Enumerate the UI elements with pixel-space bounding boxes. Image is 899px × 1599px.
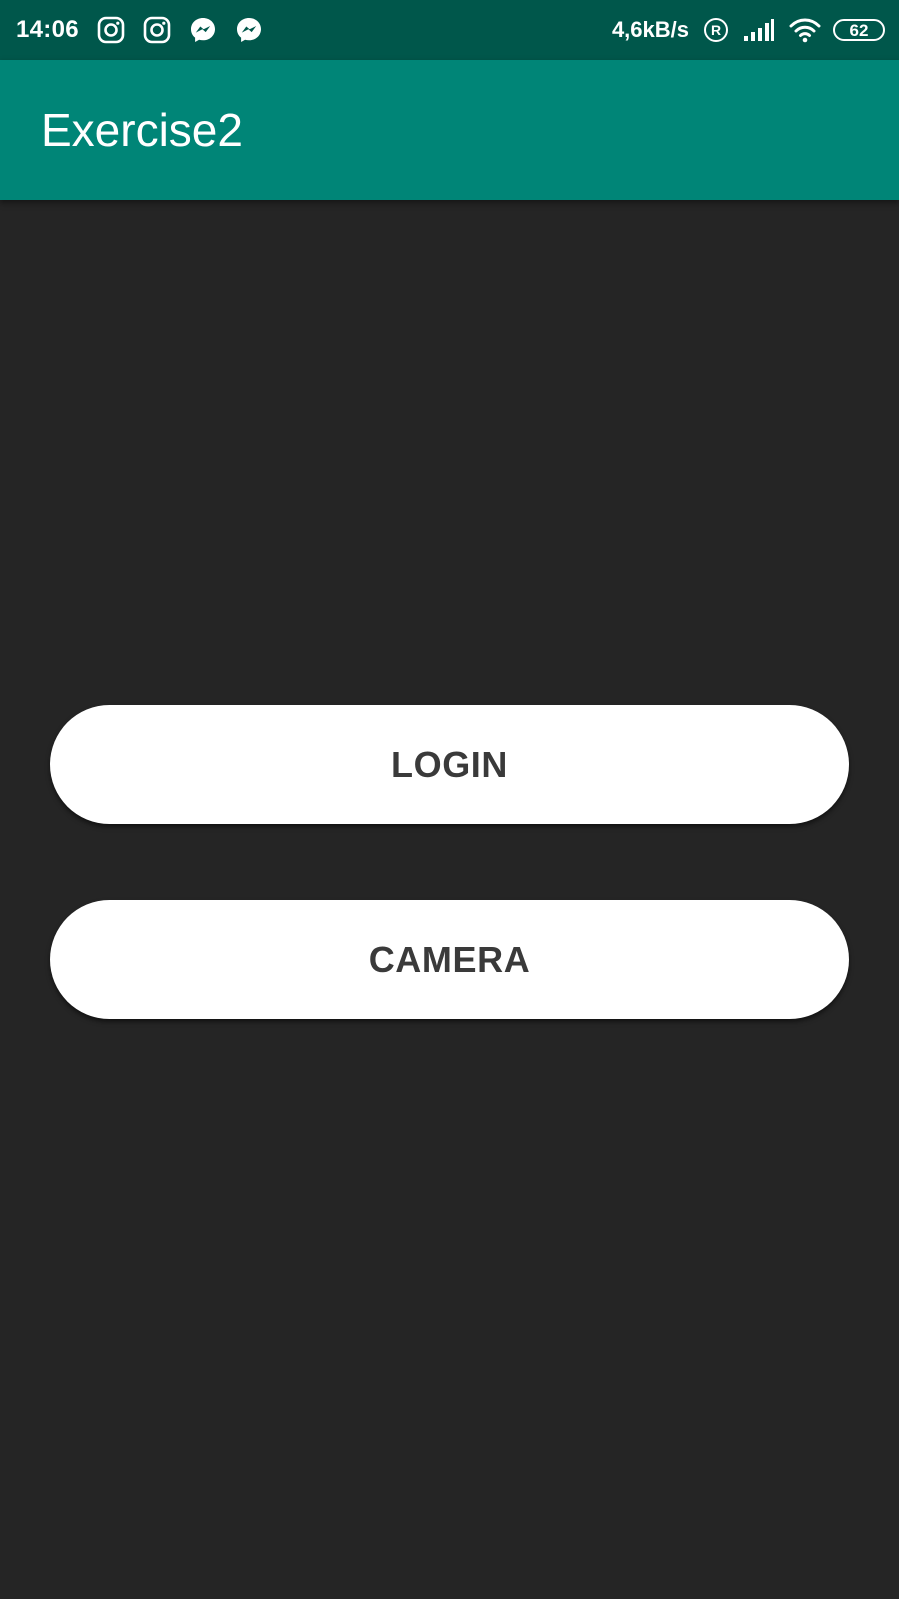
- status-bar-right: 4,6kB/s R 62: [612, 17, 885, 43]
- svg-text:R: R: [711, 22, 721, 38]
- registered-icon: R: [703, 17, 729, 43]
- camera-button[interactable]: CAMERA: [50, 900, 849, 1019]
- signal-icon: [743, 18, 775, 42]
- camera-button-label: CAMERA: [368, 938, 531, 980]
- messenger-icon: [235, 16, 263, 44]
- login-button[interactable]: LOGIN: [50, 705, 849, 824]
- network-speed: 4,6kB/s: [611, 17, 689, 42]
- status-bar: 14:06 4,6kB/s R 62: [0, 0, 899, 60]
- status-bar-left: 14:06: [16, 16, 281, 44]
- login-button-label: LOGIN: [391, 743, 508, 785]
- app-title: Exercise2: [41, 104, 243, 156]
- app-screen: 14:06 4,6kB/s R 62 Exercise2 LOGIN CAMER…: [0, 0, 899, 1599]
- instagram-icon: [97, 16, 125, 44]
- messenger-icon: [189, 16, 217, 44]
- wifi-icon: [789, 17, 821, 43]
- app-bar: Exercise2: [0, 60, 899, 200]
- battery-level: 62: [849, 20, 869, 40]
- battery-icon: 62: [833, 19, 885, 41]
- status-time: 14:06: [16, 16, 79, 43]
- instagram-icon: [143, 16, 171, 44]
